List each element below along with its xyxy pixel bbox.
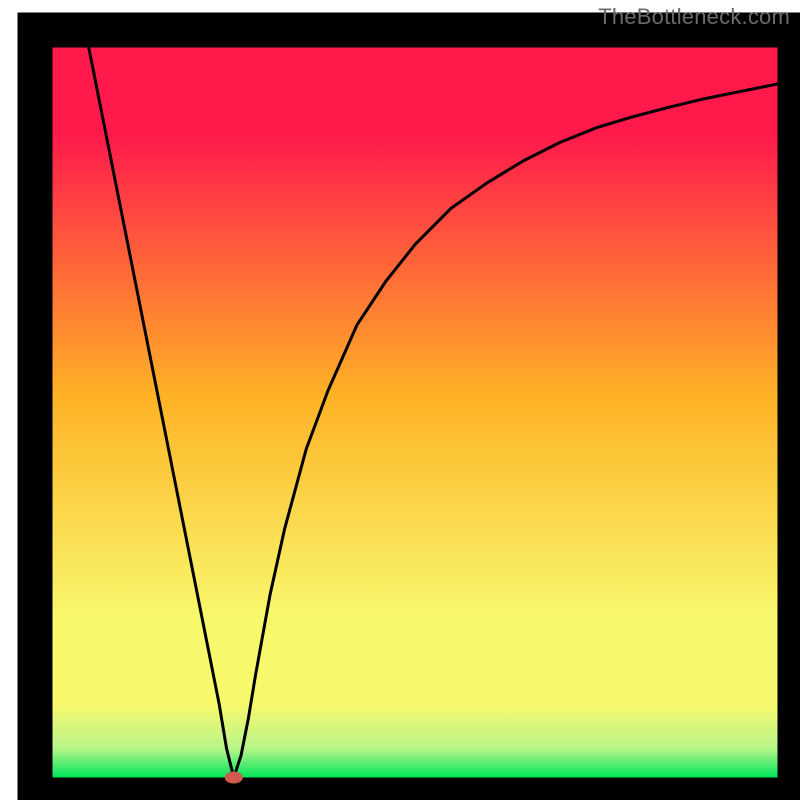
watermark-text: TheBottleneck.com [598, 4, 790, 30]
chart-container: TheBottleneck.com [0, 0, 800, 800]
bottleneck-chart [0, 0, 800, 800]
optimal-point-marker [225, 772, 243, 784]
